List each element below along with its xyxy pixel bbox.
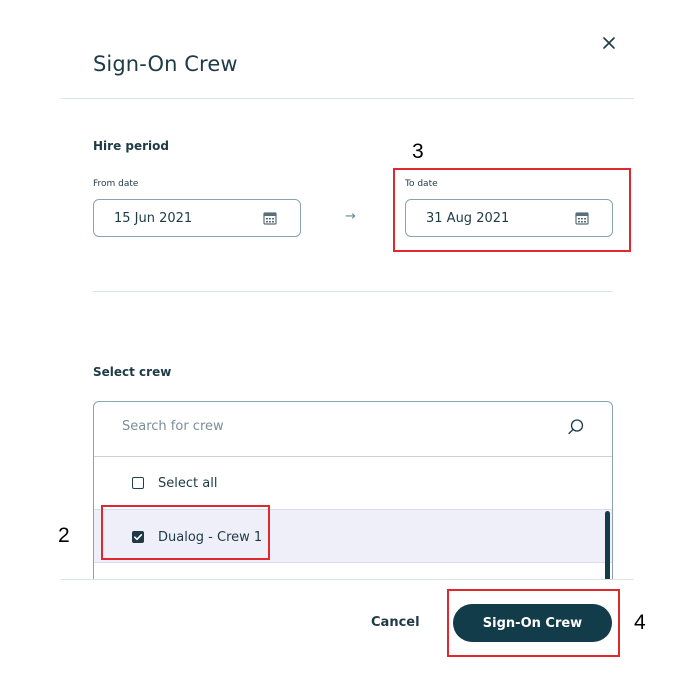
select-all-checkbox[interactable] xyxy=(132,477,144,489)
calendar-icon[interactable] xyxy=(262,210,278,226)
crew-search-field[interactable]: Search for crew xyxy=(94,402,612,457)
select-crew-label: Select crew xyxy=(93,365,172,379)
annotation-number-3: 3 xyxy=(412,140,424,163)
select-all-label: Select all xyxy=(158,476,218,491)
crew-search-placeholder: Search for crew xyxy=(122,419,224,434)
section-divider xyxy=(93,291,613,292)
select-all-row[interactable]: Select all xyxy=(94,456,612,510)
annotation-box-step3 xyxy=(393,168,631,252)
close-icon[interactable] xyxy=(600,34,618,52)
crew-list-item[interactable] xyxy=(94,563,612,580)
hire-period-label: Hire period xyxy=(93,139,169,153)
dialog-title: Sign-On Crew xyxy=(93,52,238,76)
cancel-button[interactable]: Cancel xyxy=(371,615,420,630)
header-divider xyxy=(61,98,634,99)
date-range-arrow: → xyxy=(345,209,356,224)
annotation-box-step4 xyxy=(447,589,620,657)
footer-divider xyxy=(61,579,634,580)
search-icon[interactable] xyxy=(567,418,585,436)
from-date-field[interactable]: 15 Jun 2021 xyxy=(93,199,301,237)
from-date-label: From date xyxy=(93,179,139,189)
annotation-box-step2 xyxy=(101,505,270,560)
annotation-number-4: 4 xyxy=(634,611,646,634)
from-date-value: 15 Jun 2021 xyxy=(114,211,193,226)
annotation-number-2: 2 xyxy=(58,524,70,547)
crew-list-scrollbar[interactable] xyxy=(605,511,610,580)
